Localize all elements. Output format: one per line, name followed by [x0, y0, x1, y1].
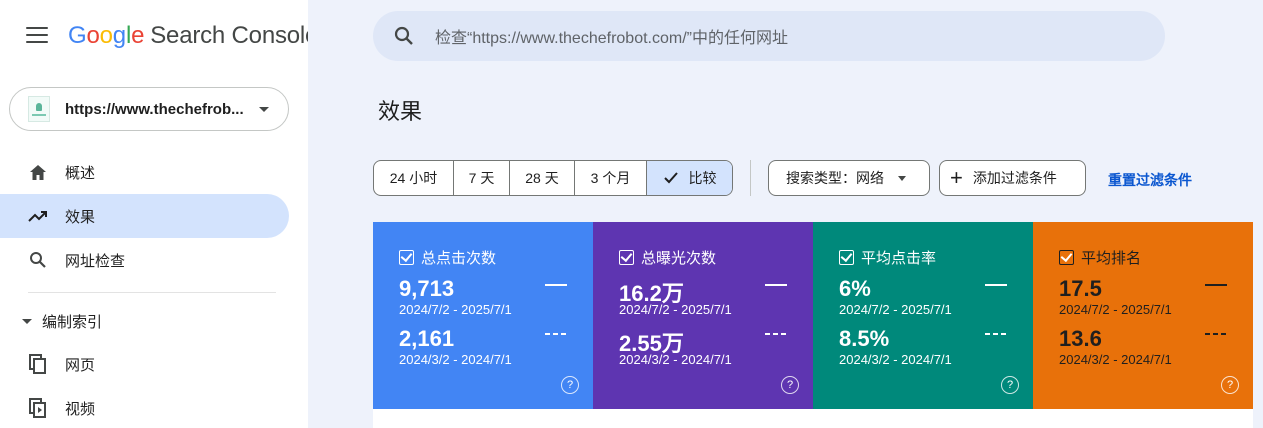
metric-previous-value: 8.5% [839, 326, 890, 351]
legend-dashed-line [765, 333, 787, 335]
search-icon [394, 26, 413, 45]
reset-filters-link[interactable]: 重置过滤条件 [1108, 170, 1192, 190]
chevron-down-icon [22, 318, 32, 324]
sidebar-section-indexing[interactable]: 编制索引 [22, 309, 102, 333]
legend-dashed-line [545, 333, 567, 335]
legend-solid-line [545, 284, 567, 286]
chart-area [373, 409, 1253, 428]
main-content: 检查“https://www.thechefrobot.com/”中的任何网址 … [308, 0, 1263, 428]
search-type-label: 搜索类型：网络 [786, 170, 884, 186]
range-compare-button[interactable]: 比较 [647, 161, 732, 195]
add-filter-button[interactable]: + 添加过滤条件 [939, 160, 1086, 196]
help-icon[interactable]: ? [1221, 376, 1239, 394]
sidebar-item-label: 概述 [65, 164, 96, 182]
menu-icon[interactable] [26, 27, 48, 45]
metric-card-impressions[interactable]: 总曝光次数 16.2万 2024/7/2 - 2025/7/1 2.55万 20… [593, 222, 813, 409]
product-name: Search Console [150, 22, 319, 49]
metric-previous-range: 2024/3/2 - 2024/7/1 [1059, 352, 1172, 367]
checkbox-checked-icon [1059, 250, 1074, 265]
page-title: 效果 [378, 99, 423, 124]
checkbox-checked-icon [619, 250, 634, 265]
date-range-selector: 24 小时 7 天 28 天 3 个月 比较 [373, 160, 733, 196]
section-label: 编制索引 [42, 313, 103, 331]
sidebar-item-performance[interactable]: 效果 [0, 194, 289, 238]
metric-previous-range: 2024/3/2 - 2024/7/1 [839, 352, 952, 367]
metric-current-value: 17.5 [1059, 276, 1102, 301]
legend-solid-line [985, 284, 1007, 286]
sidebar-item-overview[interactable]: 概述 [0, 150, 289, 194]
plus-icon: + [950, 165, 963, 190]
search-console-logo[interactable]: Google Search Console [68, 22, 318, 50]
metric-current-range: 2024/7/2 - 2025/7/1 [839, 302, 952, 317]
search-icon [28, 250, 48, 270]
metric-previous-range: 2024/3/2 - 2024/7/1 [619, 352, 732, 367]
metric-card-ctr[interactable]: 平均点击率 6% 2024/7/2 - 2025/7/1 8.5% 2024/3… [813, 222, 1033, 409]
legend-solid-line [1205, 284, 1227, 286]
home-icon [28, 162, 48, 182]
sidebar-item-pages[interactable]: 网页 [0, 342, 289, 386]
metric-card-position[interactable]: 平均排名 17.5 2024/7/2 - 2025/7/1 13.6 2024/… [1033, 222, 1253, 409]
sidebar-item-label: 网址检查 [65, 252, 126, 270]
range-28d-button[interactable]: 28 天 [510, 161, 575, 195]
divider [750, 160, 751, 196]
check-icon [663, 172, 678, 184]
sidebar-item-videos[interactable]: 视频 [0, 386, 289, 428]
metric-title: 总曝光次数 [641, 250, 717, 267]
metric-card-clicks[interactable]: 总点击次数 9,713 2024/7/2 - 2025/7/1 2,161 20… [373, 222, 593, 409]
metric-previous-range: 2024/3/2 - 2024/7/1 [399, 352, 512, 367]
property-selector[interactable]: https://www.thechefrob... [9, 87, 289, 131]
metric-previous-value: 13.6 [1059, 326, 1102, 351]
legend-dashed-line [985, 333, 1007, 335]
metric-cards: 总点击次数 9,713 2024/7/2 - 2025/7/1 2,161 20… [373, 222, 1253, 409]
divider [28, 292, 276, 293]
legend-dashed-line [1205, 333, 1227, 335]
chevron-down-icon [259, 106, 269, 112]
metric-title: 平均排名 [1081, 250, 1142, 267]
sidebar-item-label: 效果 [65, 208, 96, 226]
chevron-down-icon [898, 175, 906, 181]
video-icon [28, 398, 48, 418]
pages-icon [28, 354, 48, 374]
range-7d-button[interactable]: 7 天 [454, 161, 510, 195]
help-icon[interactable]: ? [781, 376, 799, 394]
help-icon[interactable]: ? [561, 376, 579, 394]
url-inspection-search[interactable]: 检查“https://www.thechefrobot.com/”中的任何网址 [373, 11, 1165, 61]
add-filter-label: 添加过滤条件 [972, 170, 1057, 186]
sidebar-item-label: 视频 [65, 400, 96, 418]
metric-current-range: 2024/7/2 - 2025/7/1 [1059, 302, 1172, 317]
metric-current-value: 9,713 [399, 276, 455, 301]
checkbox-checked-icon [839, 250, 854, 265]
sidebar-item-label: 网页 [65, 356, 96, 374]
help-icon[interactable]: ? [1001, 376, 1019, 394]
metric-title: 总点击次数 [421, 250, 497, 267]
sidebar: Google Search Console https://www.thechef… [0, 0, 318, 428]
site-favicon [28, 96, 50, 122]
metric-current-range: 2024/7/2 - 2025/7/1 [399, 302, 512, 317]
compare-label: 比较 [688, 170, 717, 186]
metric-current-value: 6% [839, 276, 871, 301]
legend-solid-line [765, 284, 787, 286]
metric-title: 平均点击率 [861, 250, 937, 267]
search-type-dropdown[interactable]: 搜索类型：网络 [768, 160, 930, 196]
checkbox-checked-icon [399, 250, 414, 265]
search-input[interactable]: 检查“https://www.thechefrobot.com/”中的任何网址 [435, 24, 788, 48]
metric-previous-value: 2,161 [399, 326, 455, 351]
property-url: https://www.thechefrob... [65, 100, 244, 118]
trending-up-icon [28, 206, 48, 226]
sidebar-item-url-inspection[interactable]: 网址检查 [0, 238, 289, 282]
metric-current-range: 2024/7/2 - 2025/7/1 [619, 302, 732, 317]
range-3m-button[interactable]: 3 个月 [575, 161, 647, 195]
range-24h-button[interactable]: 24 小时 [374, 161, 454, 195]
